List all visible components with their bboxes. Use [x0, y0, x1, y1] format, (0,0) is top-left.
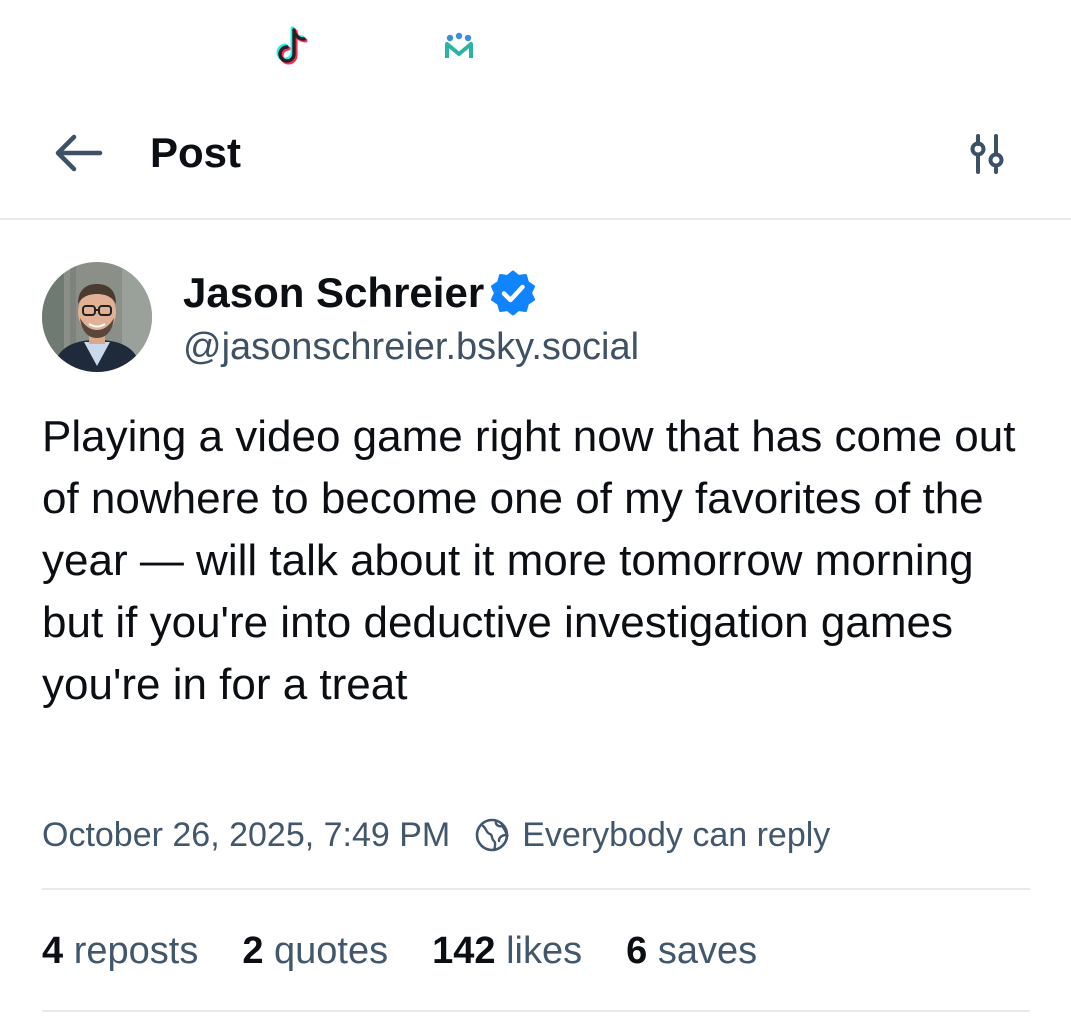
reposts-count: 4 — [42, 929, 64, 972]
quotes-label: quotes — [274, 929, 389, 972]
app-notification-icon — [445, 32, 473, 58]
likes-stat[interactable]: 142 likes — [432, 930, 582, 973]
engagement-stats: 4 reposts 2 quotes 142 likes 6 saves — [42, 926, 801, 976]
likes-label: likes — [506, 929, 583, 972]
reposts-label: reposts — [73, 929, 199, 972]
post-meta: October 26, 2025, 7:49 PM Everybody can … — [42, 812, 830, 858]
sliders-icon — [970, 134, 1004, 174]
author-name[interactable]: Jason Schreier — [183, 268, 484, 318]
status-bar — [0, 0, 1071, 100]
divider — [42, 1010, 1030, 1012]
saves-stat[interactable]: 6 saves — [626, 930, 757, 973]
quotes-count: 2 — [242, 929, 264, 972]
tiktok-icon — [276, 26, 308, 65]
top-app-bar: Post — [0, 100, 1071, 220]
author-name-row: Jason Schreier — [183, 268, 536, 318]
author-handle[interactable]: @jasonschreier.bsky.social — [183, 324, 639, 370]
profile-photo — [42, 262, 152, 372]
reply-setting[interactable]: Everybody can reply — [522, 816, 830, 855]
back-button[interactable] — [48, 128, 108, 178]
reposts-stat[interactable]: 4 reposts — [42, 930, 198, 973]
page-title: Post — [150, 129, 242, 176]
thread-settings-button[interactable] — [962, 130, 1012, 180]
avatar[interactable] — [42, 262, 152, 372]
saves-label: saves — [657, 929, 758, 972]
divider — [42, 888, 1030, 890]
arrow-left-icon — [55, 134, 103, 172]
earth-reply-icon — [475, 818, 510, 852]
saves-count: 6 — [626, 929, 648, 972]
post-text: Playing a video game right now that has … — [42, 412, 1016, 709]
likes-count: 142 — [432, 929, 496, 972]
quotes-stat[interactable]: 2 quotes — [242, 930, 388, 973]
verified-badge-icon — [491, 270, 536, 316]
post-timestamp[interactable]: October 26, 2025, 7:49 PM — [42, 816, 450, 855]
